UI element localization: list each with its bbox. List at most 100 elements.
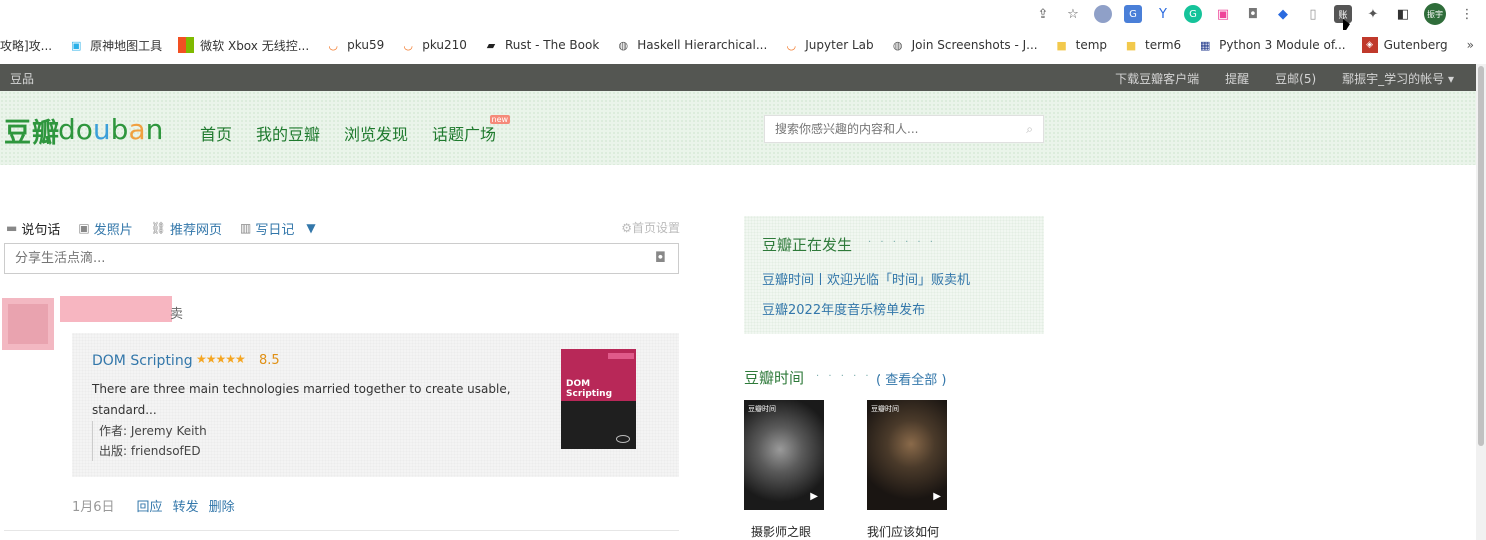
tab-diary[interactable]: ▥ 写日记 ▼: [240, 219, 316, 238]
home-settings-link[interactable]: ⚙首页设置: [621, 219, 680, 236]
browser-toolbar: ⇪ ☆ G Y G ▣ ◘ ◆ ▯ 账 ✦ ◧ 振宇 ⋮: [0, 0, 1486, 28]
notebook-icon: ▥: [239, 221, 252, 235]
camera-icon[interactable]: ◘: [655, 250, 666, 266]
extension-icon[interactable]: [1094, 5, 1112, 23]
jupyter-icon: ◡: [328, 38, 338, 52]
time-card-title[interactable]: 我们应该如何: [867, 523, 939, 540]
feed-date: 1月6日: [72, 500, 115, 515]
bookmark-item[interactable]: 攻略]攻...: [0, 37, 52, 54]
bookmark-item[interactable]: ▣ 原神地图工具: [68, 37, 162, 54]
nav-my-douban[interactable]: 我的豆瓣: [256, 121, 320, 145]
vpn-icon[interactable]: Y: [1154, 5, 1172, 23]
title-dots: · · · · · ·: [868, 237, 936, 248]
puzzle-icon[interactable]: ✦: [1364, 5, 1382, 23]
feed-actions: 1月6日 回应 转发 删除: [72, 496, 235, 515]
page-icon[interactable]: ▯: [1304, 5, 1322, 23]
translate-icon[interactable]: G: [1124, 5, 1142, 23]
bookmarks-overflow-button[interactable]: »: [1467, 38, 1474, 52]
speech-bubble-icon: ▬: [6, 221, 18, 235]
extension-bar: ⇪ ☆ G Y G ▣ ◘ ◆ ▯ 账 ✦ ◧ 振宇 ⋮: [1034, 3, 1476, 25]
bilibili-icon[interactable]: ▣: [1214, 5, 1232, 23]
happening-title: 豆瓣正在发生: [762, 236, 853, 254]
account-menu[interactable]: 鄢振宇_学习的帐号 ▾: [1342, 70, 1454, 87]
folder-icon: ■: [1125, 38, 1137, 52]
tab-photo[interactable]: ▣ 发照片: [78, 219, 132, 238]
jupyter-icon: ◡: [403, 38, 414, 52]
reply-link[interactable]: 回应: [137, 496, 163, 515]
time-card-image[interactable]: 豆瓣时间 ▶: [867, 400, 947, 510]
star-icon[interactable]: ☆: [1064, 5, 1082, 23]
bookmark-item[interactable]: ◈ Gutenberg: [1361, 37, 1448, 53]
microsoft-icon: [178, 37, 195, 53]
happening-link[interactable]: 豆瓣时间丨欢迎光临「时间」贩卖机: [762, 269, 970, 288]
search-box: ⌕: [764, 115, 1044, 143]
rating-value: 8.5: [259, 353, 280, 368]
download-client-link[interactable]: 下载豆瓣客户端: [1115, 70, 1199, 87]
camera-icon[interactable]: ◘: [1244, 5, 1262, 23]
title-dots: · · · · · ·: [816, 371, 884, 382]
link-icon: ⛓: [150, 221, 166, 235]
bookmark-item[interactable]: ◍ Haskell Hierarchical...: [615, 37, 767, 53]
search-input[interactable]: [765, 116, 1005, 142]
time-card-image[interactable]: 豆瓣时间 ▶: [744, 400, 824, 510]
diamond-icon[interactable]: ◆: [1274, 5, 1292, 23]
book-title-link[interactable]: DOM Scripting: [92, 353, 193, 369]
reminders-link[interactable]: 提醒: [1225, 70, 1249, 87]
gutenberg-icon: ◈: [1361, 37, 1378, 53]
folder-icon: ■: [1056, 38, 1067, 52]
site-header: 豆瓣 douban 首页 我的豆瓣 浏览发现 话题广场new ⌕: [0, 91, 1476, 165]
jupyter-icon: ◡: [786, 38, 797, 52]
redacted-username[interactable]: [60, 296, 172, 322]
globe-icon: ◍: [618, 38, 629, 52]
caret-down-icon[interactable]: ▼: [306, 221, 315, 235]
bookmark-item[interactable]: ▰ Rust - The Book: [483, 37, 600, 53]
search-icon[interactable]: ⌕: [1026, 122, 1033, 137]
tab-say[interactable]: ▬ 说句话: [6, 219, 60, 238]
composer-box: ◘: [4, 243, 679, 274]
bookmark-item[interactable]: 微软 Xbox 无线控...: [178, 37, 309, 54]
book-publisher: 出版: friendsofED: [99, 444, 201, 458]
site-link[interactable]: 豆品: [10, 70, 34, 87]
picture-icon: ▣: [78, 221, 90, 235]
scrollbar-thumb[interactable]: [1478, 66, 1484, 446]
bookmark-item[interactable]: ▦ Python 3 Module of...: [1197, 37, 1346, 53]
bookmark-folder[interactable]: ■ temp: [1054, 37, 1107, 53]
book-icon: ▰: [486, 38, 496, 52]
nav-home[interactable]: 首页: [200, 121, 232, 145]
douban-time-title: 豆瓣时间: [744, 369, 805, 387]
book-card: DOM Scripting ★★★★★ 8.5 There are three …: [72, 333, 679, 477]
bookmark-item[interactable]: ◍ Join Screenshots - J...: [890, 37, 1038, 53]
view-all-link[interactable]: ( 查看全部 ): [876, 369, 946, 388]
nav-explore[interactable]: 浏览发现: [344, 121, 408, 145]
new-badge: new: [489, 115, 511, 124]
status-input[interactable]: [5, 244, 605, 273]
happening-link[interactable]: 豆瓣2022年度音乐榜单发布: [762, 299, 925, 318]
book-meta: 作者: Jeremy Keith 出版: friendsofED: [92, 421, 207, 461]
reshare-link[interactable]: 转发: [173, 496, 199, 515]
mail-link[interactable]: 豆邮(5): [1275, 70, 1316, 87]
globe-icon: ◍: [892, 38, 903, 52]
user-avatar[interactable]: [2, 298, 54, 350]
bookmark-item[interactable]: ◡ pku59: [325, 37, 384, 53]
bookmarks-bar: 攻略]攻... ▣ 原神地图工具 微软 Xbox 无线控... ◡ pku59 ◡ p…: [0, 30, 1486, 60]
bookmark-item[interactable]: ◡ pku210: [400, 37, 467, 53]
composer-tabs: ▬ 说句话 ▣ 发照片 ⛓ 推荐网页 ▥ 写日记 ▼ ⚙首页设置: [6, 218, 680, 238]
profile-avatar[interactable]: 振宇: [1424, 3, 1446, 25]
share-icon[interactable]: ⇪: [1034, 5, 1052, 23]
sidepanel-icon[interactable]: ◧: [1394, 5, 1412, 23]
grammarly-icon[interactable]: G: [1184, 5, 1202, 23]
book-author: 作者: Jeremy Keith: [99, 424, 207, 438]
tab-link[interactable]: ⛓ 推荐网页: [151, 219, 222, 238]
feed-action-text: 卖: [170, 307, 184, 322]
delete-link[interactable]: 删除: [209, 496, 235, 515]
douban-logo-en[interactable]: douban: [58, 113, 163, 146]
douban-top-nav: 豆品 下载豆瓣客户端 提醒 豆邮(5) 鄢振宇_学习的帐号 ▾: [0, 64, 1476, 91]
book-cover-image[interactable]: DOM Scripting: [561, 349, 636, 449]
time-card-title[interactable]: 摄影师之眼: [751, 523, 811, 540]
nav-topics[interactable]: 话题广场 new: [432, 115, 511, 145]
star-rating-icon: ★★★★★: [196, 352, 246, 366]
bookmark-folder[interactable]: ■ term6: [1123, 37, 1181, 53]
kebab-menu-icon[interactable]: ⋮: [1458, 5, 1476, 23]
douban-logo[interactable]: 豆瓣: [4, 111, 60, 150]
bookmark-item[interactable]: ◡ Jupyter Lab: [783, 37, 873, 53]
